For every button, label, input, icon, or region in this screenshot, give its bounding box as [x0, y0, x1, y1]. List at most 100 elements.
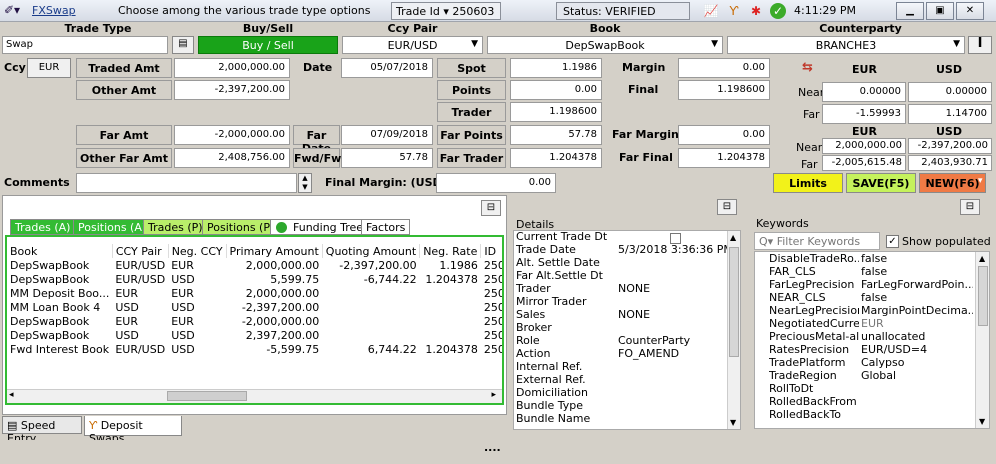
- keyword-row[interactable]: NearLegPrecision MarginPointDecima...: [755, 304, 989, 317]
- trade-type-picker-icon[interactable]: ▤: [172, 36, 194, 54]
- keywords-collapse-button[interactable]: ⊟: [960, 199, 980, 215]
- tab-trades-p[interactable]: Trades (P): [143, 219, 208, 235]
- horizontal-scrollbar[interactable]: ◂ ▸: [7, 389, 502, 403]
- scroll-thumb[interactable]: [729, 247, 739, 357]
- near-usd-input[interactable]: 0.00000: [908, 82, 992, 102]
- keyword-row[interactable]: DisableTradeRo... false: [755, 252, 989, 265]
- keywords-filter-input[interactable]: Q▾ Filter Keywords: [754, 232, 880, 250]
- keyword-value[interactable]: Calypso: [861, 356, 973, 369]
- buy-sell-toggle[interactable]: Buy / Sell: [198, 36, 338, 54]
- tab-funding-tree[interactable]: Funding Tree: [270, 219, 369, 235]
- column-header[interactable]: ID: [480, 244, 502, 258]
- keyword-row[interactable]: TradePlatform Calypso: [755, 356, 989, 369]
- column-header[interactable]: CCY Pair: [112, 244, 169, 258]
- column-header[interactable]: Quoting Amount: [322, 244, 421, 258]
- ccy-button[interactable]: EUR: [27, 58, 71, 78]
- counterparty-info-button[interactable]: I: [968, 36, 992, 54]
- scroll-down-icon[interactable]: ▼: [730, 418, 736, 427]
- final-input[interactable]: 1.198600: [678, 80, 770, 100]
- details-value[interactable]: 5/3/2018 3:36:36 PM: [618, 244, 733, 256]
- table-row[interactable]: MM Deposit Boo... EUR EUR 2,000,000.00 25060…: [7, 286, 502, 300]
- traded-amt-input[interactable]: 2,000,000.00: [174, 58, 290, 78]
- tab-positions-p[interactable]: Positions (P): [202, 219, 280, 235]
- app-menu-icon[interactable]: ✐▾: [4, 3, 26, 19]
- table-row[interactable]: Fwd Interest Book EUR/USD USD -5,599.75 6,74…: [7, 342, 502, 356]
- other-far-amt-input[interactable]: 2,408,756.00: [174, 148, 290, 168]
- scroll-up-icon[interactable]: ▲: [979, 254, 985, 263]
- comments-spinner[interactable]: ▲ ▼: [298, 173, 312, 193]
- table-row[interactable]: DepSwapBook EUR/USD EUR 2,000,000.00 -2,397,…: [7, 258, 502, 272]
- other-amt-input[interactable]: -2,397,200.00: [174, 80, 290, 100]
- far-usd-input[interactable]: 1.14700: [908, 104, 992, 124]
- column-header[interactable]: Book: [7, 244, 113, 258]
- chevron-down-icon[interactable]: ▾: [978, 176, 983, 186]
- keyword-value[interactable]: EUR/USD=4: [861, 343, 973, 356]
- keyword-row[interactable]: RatesPrecision EUR/USD=4: [755, 343, 989, 356]
- close-button[interactable]: ✕: [956, 2, 984, 20]
- new-button[interactable]: NEW(F6): [919, 173, 986, 193]
- details-value[interactable]: NONE: [618, 309, 650, 321]
- keyword-row[interactable]: RolledBackTo: [755, 408, 989, 421]
- trade-type-input[interactable]: Swap: [2, 36, 168, 54]
- scroll-left-icon[interactable]: ◂: [9, 390, 14, 400]
- keyword-value[interactable]: false: [861, 291, 973, 304]
- far-date-input[interactable]: 07/09/2018: [341, 125, 433, 145]
- date-input[interactable]: 05/07/2018: [341, 58, 433, 78]
- keyword-value[interactable]: MarginPointDecima...: [861, 304, 973, 317]
- keyword-value[interactable]: Global: [861, 369, 973, 382]
- fwd-fwd-input[interactable]: 57.78: [341, 148, 433, 168]
- details-collapse-button[interactable]: ⊟: [717, 199, 737, 215]
- points-input[interactable]: 0.00: [510, 80, 602, 100]
- column-header[interactable]: Neg. Rate: [419, 244, 482, 258]
- keyword-row[interactable]: FAR_CLS false: [755, 265, 989, 278]
- comments-input[interactable]: [76, 173, 297, 193]
- keyword-row[interactable]: NEAR_CLS false: [755, 291, 989, 304]
- scroll-down-icon[interactable]: ▼: [979, 417, 985, 426]
- tab-factors[interactable]: Factors: [361, 219, 411, 235]
- far-points-input[interactable]: 57.78: [510, 125, 602, 145]
- column-header[interactable]: Primary Amount: [226, 244, 323, 258]
- far-amt-input[interactable]: -2,000,000.00: [174, 125, 290, 145]
- panel-collapse-button[interactable]: ⊟: [481, 200, 501, 216]
- table-row[interactable]: DepSwapBook EUR/USD USD 5,599.75 -6,744.22 1.…: [7, 272, 502, 286]
- near-eur-input[interactable]: 0.00000: [822, 82, 906, 102]
- book-select[interactable]: DepSwapBook ▼: [487, 36, 723, 54]
- swap-arrows-icon[interactable]: ⇆: [802, 60, 813, 75]
- column-header[interactable]: Neg. CCY: [168, 244, 227, 258]
- fxswap-link[interactable]: FXSwap: [32, 4, 76, 17]
- keyword-value[interactable]: FarLegForwardPoin...: [861, 278, 973, 291]
- details-value[interactable]: NONE: [618, 283, 650, 295]
- keyword-row[interactable]: RolledBackFrom: [755, 395, 989, 408]
- far-eur-input[interactable]: -1.59993: [822, 104, 906, 124]
- far-margin-input[interactable]: 0.00: [678, 125, 770, 145]
- details-scrollbar[interactable]: ▲ ▼: [727, 231, 740, 429]
- save-button[interactable]: SAVE(F5): [846, 173, 916, 193]
- spot-input[interactable]: 1.1986: [510, 58, 602, 78]
- table-row[interactable]: DepSwapBookEUREUR-2,000,000.00250608MM: [7, 314, 502, 328]
- table-row[interactable]: MM Loan Book 4USDUSD-2,397,200.00250604M…: [7, 300, 502, 314]
- scroll-up-icon[interactable]: ▲: [730, 233, 736, 242]
- scroll-thumb[interactable]: [167, 391, 247, 401]
- counterparty-select[interactable]: BRANCHE3 ▼: [727, 36, 965, 54]
- maximize-button[interactable]: ▣: [926, 2, 954, 20]
- limits-button[interactable]: Limits: [773, 173, 843, 193]
- chart-icon[interactable]: 📈: [703, 3, 719, 19]
- ccy-pair-select[interactable]: EUR/USD ▼: [342, 36, 483, 54]
- keyword-row[interactable]: NegotiatedCurre...EUR: [755, 317, 989, 330]
- splitter-handle[interactable]: ....: [484, 441, 501, 454]
- keyword-row[interactable]: FarLegPrecision FarLegForwardPoin...: [755, 278, 989, 291]
- trade-id-selector[interactable]: Trade Id ▾ 250603: [391, 2, 501, 20]
- keyword-row[interactable]: TradeRegion Global: [755, 369, 989, 382]
- keywords-scrollbar[interactable]: ▲ ▼: [975, 252, 989, 428]
- keyword-value[interactable]: unallocated: [861, 330, 973, 343]
- minimize-button[interactable]: ▁: [896, 2, 924, 20]
- details-value[interactable]: CounterParty: [618, 335, 690, 347]
- keyword-row[interactable]: RollToDt: [755, 382, 989, 395]
- tab-trades-a[interactable]: Trades (A): [10, 219, 76, 235]
- scroll-thumb[interactable]: [978, 266, 988, 326]
- margin-input[interactable]: 0.00: [678, 58, 770, 78]
- flag-icon[interactable]: ✱: [748, 3, 764, 19]
- show-populated-checkbox[interactable]: ✓: [886, 235, 899, 248]
- tab-positions-a[interactable]: Positions (A): [73, 219, 152, 235]
- trader-input[interactable]: 1.198600: [510, 102, 602, 122]
